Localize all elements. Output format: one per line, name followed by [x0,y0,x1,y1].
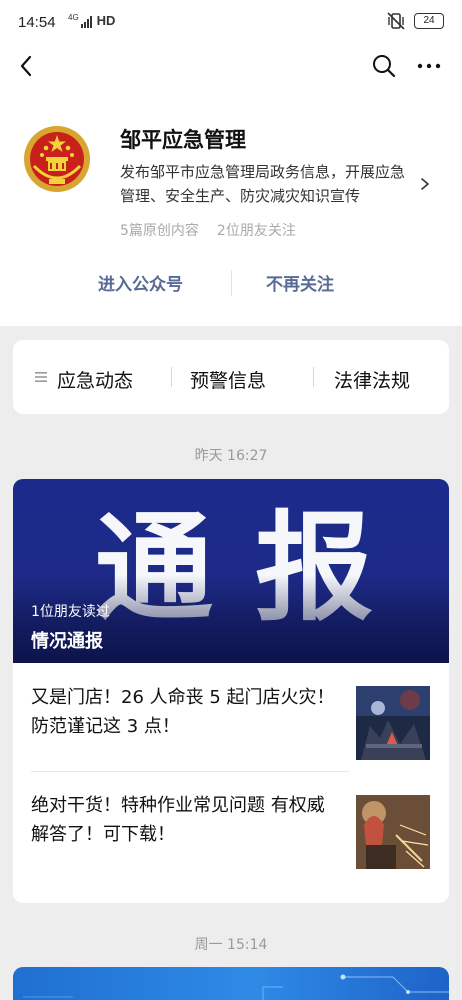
chevron-left-icon[interactable] [14,52,42,80]
signal-indicator: 4G HD [68,13,115,28]
account-description[interactable]: 发布邹平市应急管理局政务信息，开展应急管理、安全生产、防灾减灾知识宣传 [120,160,405,208]
menu-item-warning-info[interactable]: 预警信息 [190,366,266,393]
search-icon[interactable] [370,52,398,80]
sub-article[interactable]: 绝对干货！特种作业常见问题 有权威解答了！可下载！ [13,773,449,883]
fire-scene-thumbnail[interactable] [356,686,430,760]
more-dots-icon[interactable] [414,52,444,80]
account-menu: 应急动态 预警信息 法律法规 [13,340,449,414]
chevron-right-icon[interactable] [418,176,432,192]
sub-article-title[interactable]: 绝对干货！特种作业常见问题 有权威解答了！可下载！ [31,791,336,849]
enter-account-button[interactable]: 进入公众号 [98,270,183,295]
menu-item-laws[interactable]: 法律法规 [334,366,410,393]
menu-separator [313,367,314,387]
hd-label: HD [96,13,116,28]
battery-indicator: 24 [414,13,444,29]
sub-article[interactable]: 又是门店！26 人命丧 5 起门店火灾！防范谨记这 3 点！ [13,663,449,773]
action-divider [231,270,232,296]
signal-bars-icon [80,16,92,28]
unfollow-button[interactable]: 不再关注 [266,270,334,295]
friends-following: 2位朋友关注 [216,223,296,239]
circuit-pattern [23,974,449,1000]
friends-read-label: 1位朋友读过 [31,604,110,620]
status-bar: 14:54 4G HD 24 [0,0,462,46]
vibrate-mute-icon [387,12,405,30]
account-name: 邹平应急管理 [120,128,246,152]
main-article-title[interactable]: 情况通报 [31,627,103,653]
menu-item-emergency-news[interactable]: 应急动态 [57,366,133,393]
sub-article-divider [31,771,349,772]
account-profile: 邹平应急管理 发布邹平市应急管理局政务信息，开展应急管理、安全生产、防灾减灾知识… [0,86,462,326]
status-time: 14:54 [18,14,56,31]
original-count: 5篇原创内容 [120,223,199,239]
account-actions: 进入公众号 不再关注 [0,266,462,302]
national-emblem-icon[interactable] [22,124,92,194]
welding-worker-thumbnail[interactable] [356,795,430,869]
top-navbar [0,46,462,86]
menu-separator [171,367,172,387]
sub-article-title[interactable]: 又是门店！26 人命丧 5 起门店火灾！防范谨记这 3 点！ [31,683,336,741]
main-article-cover[interactable]: 通 报 1位朋友读过 情况通报 [13,479,449,663]
feed-date: 昨天 16:27 [194,448,268,464]
account-stats: 5篇原创内容 2位朋友关注 [120,220,296,240]
feed-date: 周一 15:14 [194,937,268,953]
menu-list-icon [35,372,47,382]
network-type: 4G [68,13,79,22]
article-card: 通 报 1位朋友读过 情况通报 又是门店！26 人命丧 5 起门店火灾！防范谨记… [13,479,449,903]
article-card-cover[interactable] [13,967,449,1000]
